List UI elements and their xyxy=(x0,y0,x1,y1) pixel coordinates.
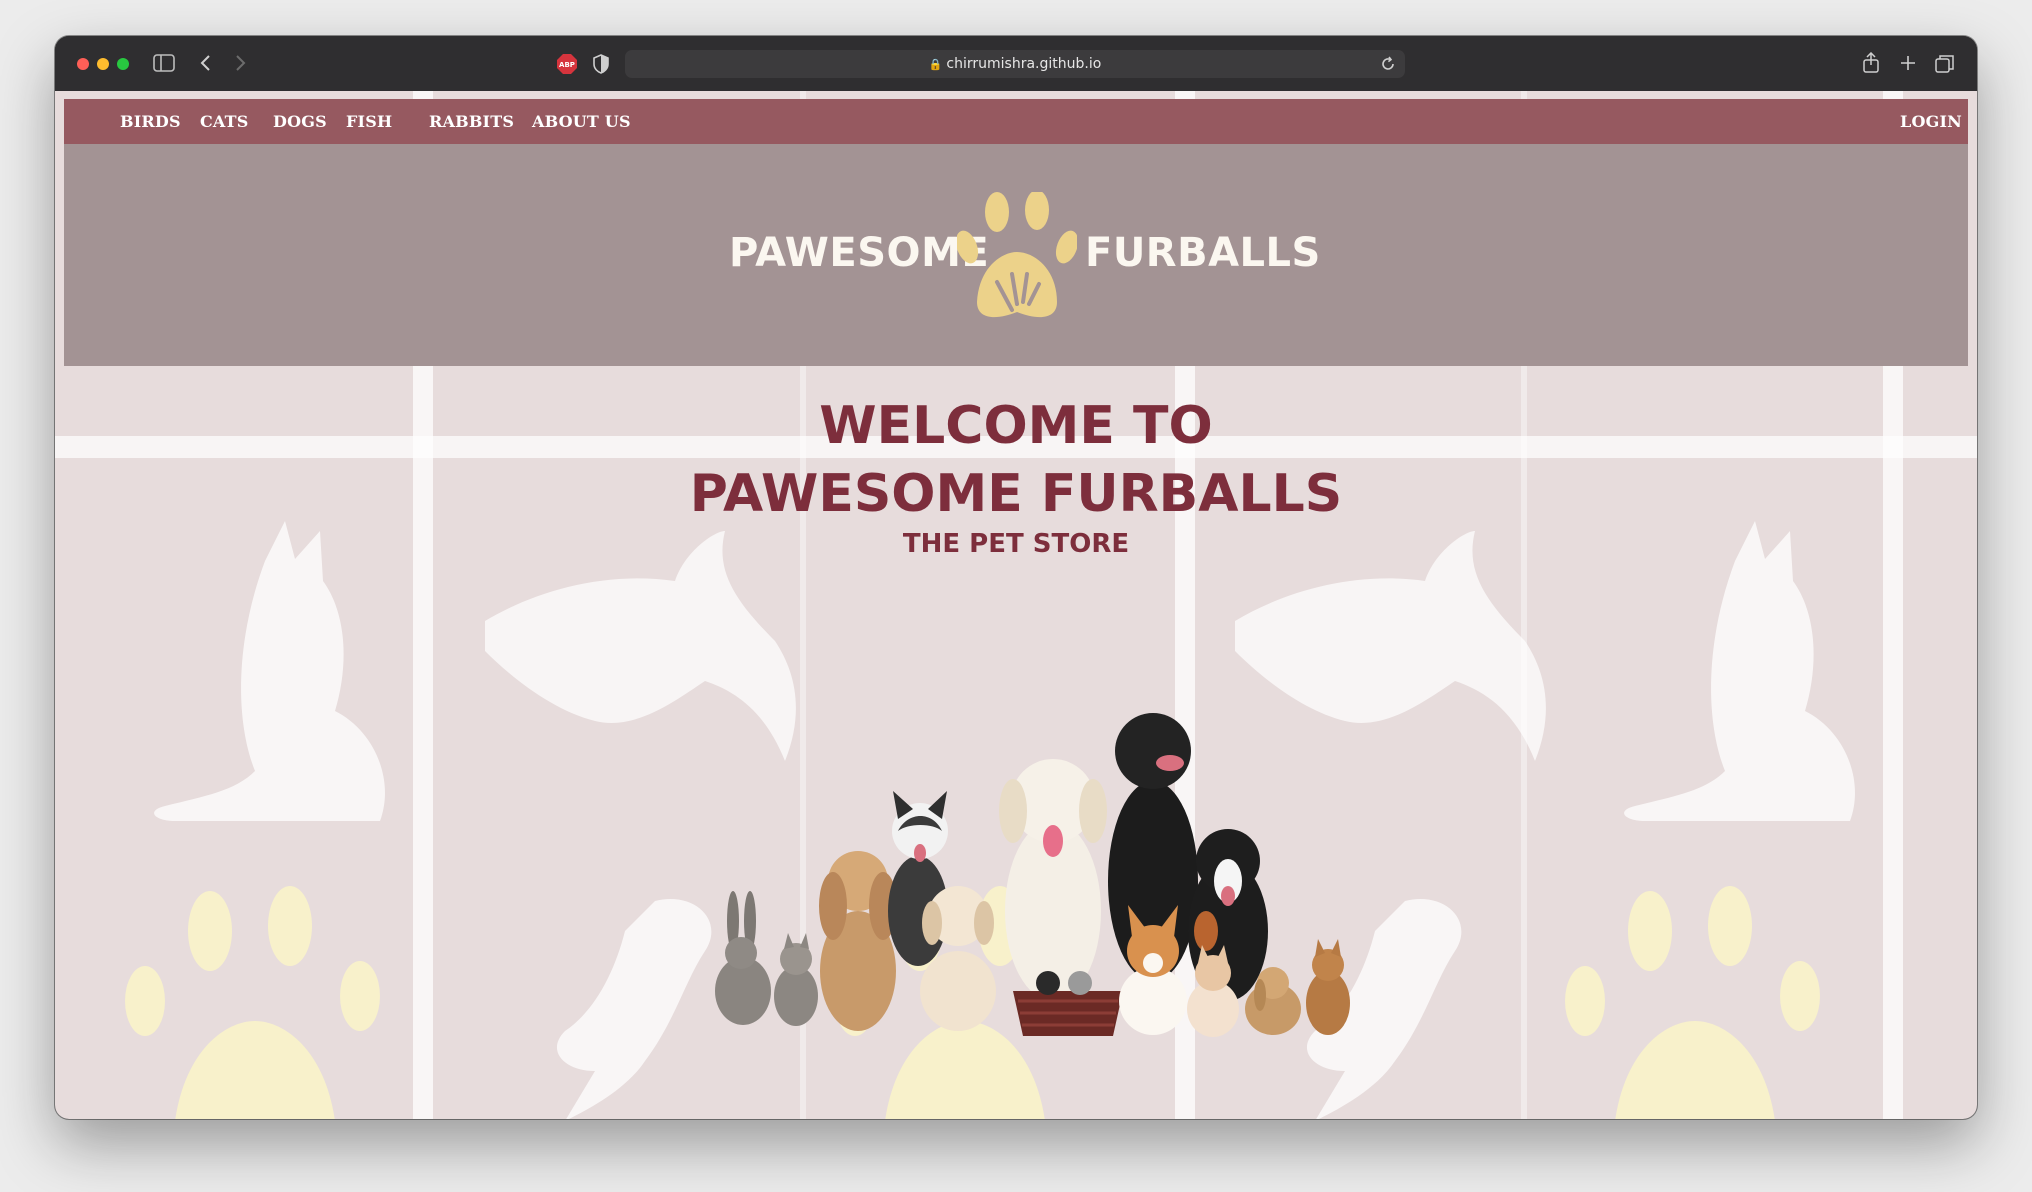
nav-item-fish[interactable]: FISH xyxy=(346,112,392,131)
husky-figure xyxy=(888,791,948,966)
close-window-button[interactable] xyxy=(77,58,89,70)
sidebar-icon[interactable] xyxy=(153,54,175,72)
hero-line-1: WELCOME TO xyxy=(819,396,1213,456)
logo-text-left: PAWESOME xyxy=(729,230,990,276)
nav-item-cats[interactable]: CATS xyxy=(200,112,249,131)
nav-item-birds[interactable]: BIRDS xyxy=(120,112,181,131)
new-tab-icon[interactable] xyxy=(1900,55,1916,71)
forward-icon[interactable] xyxy=(233,54,247,72)
nav-item-rabbits[interactable]: RABBITS xyxy=(429,112,514,131)
nav-item-about-us[interactable]: ABOUT US xyxy=(532,112,631,131)
pets-group-image xyxy=(715,713,1350,1037)
share-icon[interactable] xyxy=(1862,52,1880,74)
main-navbar: BIRDS CATS DOGS FISH RABBITS ABOUT US LO… xyxy=(64,99,1968,144)
svg-text:ABP: ABP xyxy=(559,61,575,69)
cat-silhouette xyxy=(154,521,385,821)
paw-silhouette xyxy=(125,886,380,1119)
hero-subtitle: THE PET STORE xyxy=(902,529,1130,559)
nav-item-dogs[interactable]: DOGS xyxy=(273,112,327,131)
url-text: chirrumishra.github.io xyxy=(946,56,1102,72)
cat-silhouette xyxy=(1624,521,1855,821)
logo-text-right: FURBALLS xyxy=(1085,230,1321,276)
ginger-kitten-figure xyxy=(1306,939,1350,1035)
logo-banner: PAWESOME FURBALLS xyxy=(64,144,1968,366)
tabs-overview-icon[interactable] xyxy=(1935,54,1955,74)
spaniel-figure xyxy=(819,851,897,1031)
rabbit-figure xyxy=(715,891,771,1025)
lock-icon: 🔒 xyxy=(928,58,943,71)
paw-logo-icon xyxy=(957,192,1077,318)
page-content: BIRDS CATS DOGS FISH RABBITS ABOUT US LO… xyxy=(55,91,1977,1119)
back-icon[interactable] xyxy=(199,54,213,72)
browser-toolbar: ABP 🔒 chirrumishra.github.io xyxy=(55,36,1977,92)
adblock-icon[interactable]: ABP xyxy=(556,53,578,75)
minimize-window-button[interactable] xyxy=(97,58,109,70)
address-bar[interactable]: 🔒 chirrumishra.github.io xyxy=(625,50,1405,78)
kitten-figure xyxy=(774,933,818,1026)
zoom-window-button[interactable] xyxy=(117,58,129,70)
reload-icon[interactable] xyxy=(1380,56,1396,72)
hero-line-2: PAWESOME FURBALLS xyxy=(689,464,1343,524)
login-link[interactable]: LOGIN xyxy=(1900,112,1962,131)
golden-retriever-figure xyxy=(999,759,1107,1001)
paw-silhouette xyxy=(1565,886,1820,1119)
browser-window: ABP 🔒 chirrumishra.github.io BIRDS CATS … xyxy=(55,36,1977,1119)
shield-icon[interactable] xyxy=(593,54,609,74)
